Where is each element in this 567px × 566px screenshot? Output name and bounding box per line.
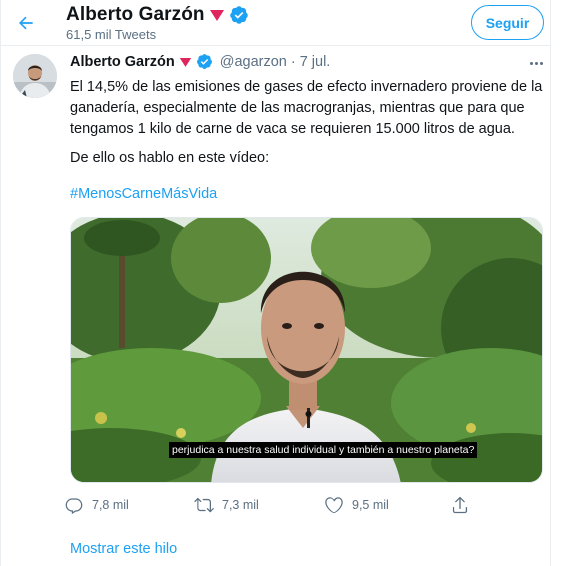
tweet-date[interactable]: 7 jul. (300, 54, 331, 70)
share-icon (452, 496, 468, 514)
tweet-author-row: Alberto Garzón @agarzon · 7 jul. (70, 53, 330, 70)
tweet-text-line: ganadería, especialmente de las macrogra… (70, 100, 525, 116)
tweet-text: El 14,5% de las emisiones de gases de ef… (70, 77, 543, 140)
follow-button[interactable]: Seguir (471, 5, 544, 40)
share-button[interactable] (450, 493, 470, 517)
hashtag-link[interactable]: #MenosCarneMásVida (70, 186, 217, 202)
tweets-count: 61,5 mil Tweets (66, 27, 157, 42)
profile-header: Alberto Garzón 61,5 mil Tweets Seguir (0, 0, 551, 46)
tweet-text-line: tengamos 1 kilo de carne de vaca se requ… (70, 121, 515, 137)
tweet-actions: 7,8 mil 7,3 mil 9,5 mil (64, 493, 484, 517)
red-triangle-emoji-icon (209, 10, 224, 21)
reply-icon (65, 498, 83, 515)
show-thread-link[interactable]: Mostrar este hilo (70, 541, 177, 557)
tweet-text-second: De ello os hablo en este vídeo: (70, 150, 270, 166)
like-count: 9,5 mil (352, 498, 389, 512)
reply-button[interactable]: 7,8 mil (64, 493, 129, 517)
reply-count: 7,8 mil (92, 498, 129, 512)
red-triangle-emoji-icon (179, 57, 191, 67)
back-button[interactable] (10, 7, 42, 39)
verified-badge-icon (229, 6, 248, 24)
more-options-icon[interactable] (524, 54, 548, 72)
verified-badge-icon (196, 54, 212, 69)
avatar[interactable] (13, 54, 57, 98)
meta-separator: · (290, 53, 296, 70)
retweet-button[interactable]: 7,3 mil (194, 493, 259, 517)
tweet-handle[interactable]: @agarzon (220, 54, 287, 70)
column-border-right (550, 0, 551, 566)
video-player[interactable]: perjudica a nuestra salud individual y t… (70, 217, 543, 483)
retweet-count: 7,3 mil (222, 498, 259, 512)
tweet-text-line: El 14,5% de las emisiones de gases de ef… (70, 79, 543, 95)
column-border-left (0, 0, 1, 566)
video-caption: perjudica a nuestra salud individual y t… (169, 442, 478, 458)
retweet-icon (194, 497, 214, 513)
tweet-author-name[interactable]: Alberto Garzón (70, 54, 175, 70)
profile-name-row: Alberto Garzón (66, 4, 249, 26)
like-button[interactable]: 9,5 mil (324, 493, 389, 517)
profile-name: Alberto Garzón (66, 4, 205, 25)
back-arrow-icon (19, 16, 33, 30)
like-icon (325, 497, 343, 513)
